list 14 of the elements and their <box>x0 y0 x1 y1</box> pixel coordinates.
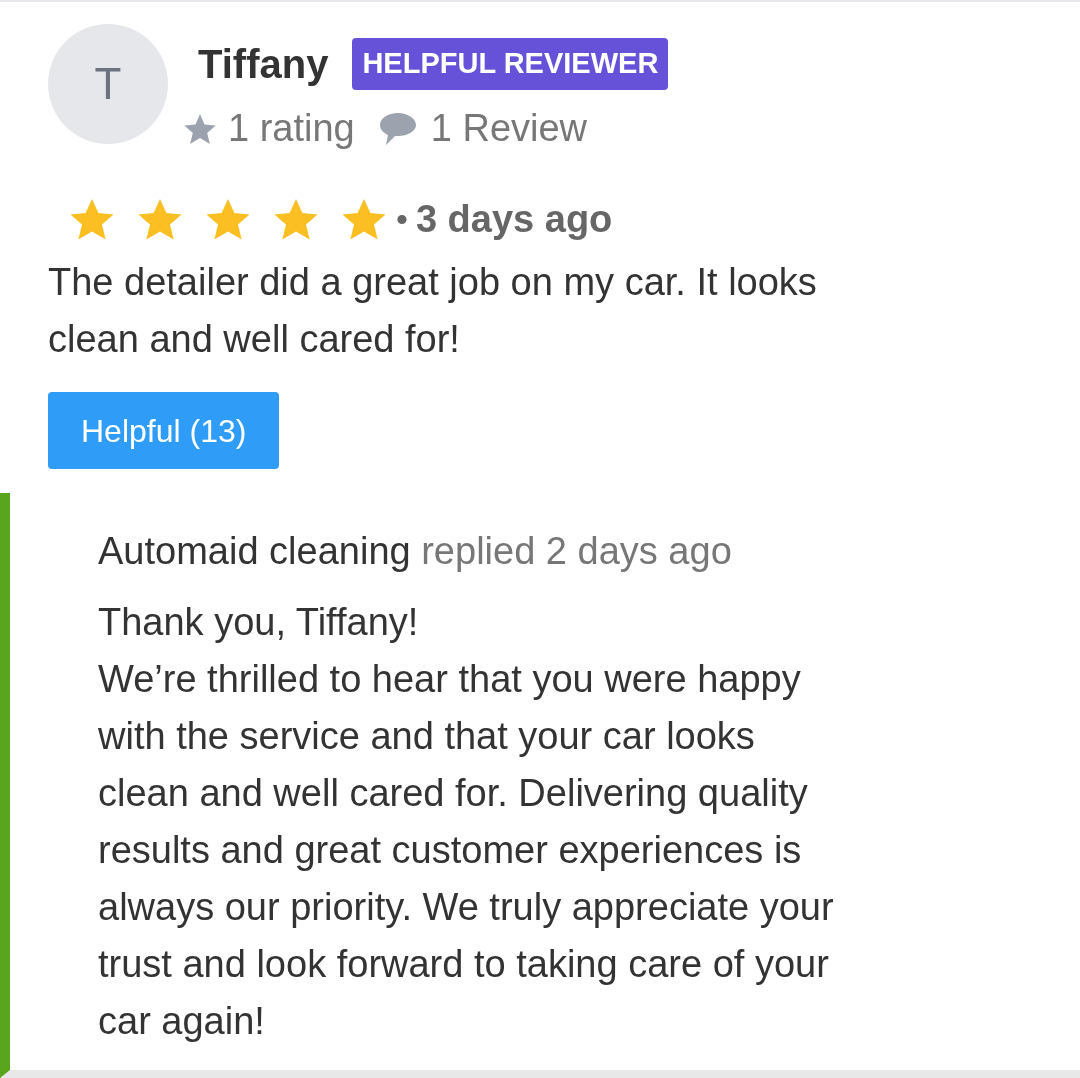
reply-greeting: Thank you, Tiffany! <box>98 600 420 645</box>
avatar: T <box>48 24 168 144</box>
reply-text: We’re thrilled to hear that you were happy with the service and that your car looks clean and well cared for. Delivering quality results and great customer experiences is always our priority. We truly appreciate your trust and look forward to taking care of your car again! <box>98 657 835 1044</box>
ratings-count: 1 rating <box>228 106 355 151</box>
review-text: The detailer did a great job on my car. It looks clean and well cared for! <box>48 260 818 362</box>
replier-name: Automaid cleaning <box>98 530 411 572</box>
reviewer-name[interactable]: Tiffany <box>198 34 329 94</box>
helpful-button[interactable]: Helpful (13) <box>48 392 280 469</box>
review-time: 3 days ago <box>415 197 613 242</box>
bullet: • <box>396 199 408 240</box>
speech-bubble-icon <box>378 110 417 147</box>
reviewer-badge: HELPFUL REVIEWER <box>352 38 669 90</box>
reply-time: replied 2 days ago <box>421 530 732 572</box>
reviews-count[interactable]: 1 Review <box>430 100 588 157</box>
